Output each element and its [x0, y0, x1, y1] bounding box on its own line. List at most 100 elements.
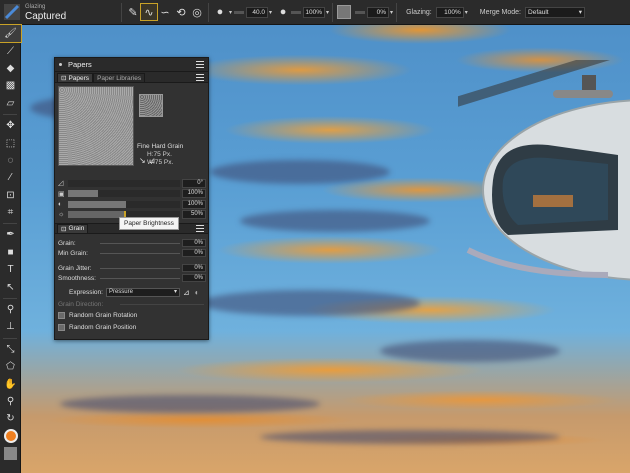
size-dropdown[interactable]: ▾: [229, 9, 232, 16]
glazing-field[interactable]: 100%: [435, 6, 464, 18]
grain-param-field[interactable]: 0%: [182, 239, 206, 247]
min-grain-slider[interactable]: [100, 252, 180, 254]
brush-variant-label: Captured: [25, 10, 67, 22]
paper-swatch-icon[interactable]: [0, 445, 21, 462]
paper-scale-field[interactable]: 100%: [182, 189, 206, 199]
grain-menu-icon[interactable]: [196, 225, 204, 232]
move-tool-icon[interactable]: ✥: [0, 117, 21, 134]
dab-preview-icon[interactable]: ◎: [189, 4, 205, 20]
rotate-page-icon[interactable]: ↻: [0, 410, 21, 427]
direction-icon[interactable]: ◐: [195, 288, 200, 297]
tab-grain[interactable]: ⊡ Grain: [57, 223, 89, 234]
brush-tool-icon[interactable]: 🖌: [0, 23, 22, 44]
opacity-field[interactable]: 100%: [303, 6, 326, 18]
papers-panel-header[interactable]: Papers: [55, 58, 208, 72]
tab-papers[interactable]: ⊡ Papers: [57, 73, 94, 82]
paper-contrast-row: ◐ 100%: [55, 199, 208, 210]
reset-brush-icon[interactable]: ⟲: [173, 4, 189, 20]
random-grain-rotation-checkbox[interactable]: Random Grain Rotation: [55, 309, 208, 321]
grain-slider[interactable]: [355, 10, 366, 14]
merge-mode-label: Merge Mode:: [479, 8, 522, 16]
paper-brightness-field[interactable]: 50%: [182, 210, 206, 220]
min-grain-field[interactable]: 0%: [182, 249, 206, 257]
invert-paper-icon[interactable]: ↘: [139, 156, 146, 165]
capture-paper-icon[interactable]: ⊿: [149, 156, 156, 165]
min-grain-row: Min Grain: 0%: [55, 248, 208, 258]
paper-angle-field[interactable]: 0°: [182, 178, 206, 188]
pen-tool-icon[interactable]: ✒: [0, 226, 21, 243]
tab-paper-libraries[interactable]: Paper Libraries: [93, 73, 146, 82]
papers-tabs: ⊡ Papers Paper Libraries: [55, 72, 208, 83]
angle-icon: ◿: [58, 180, 64, 188]
expression-select[interactable]: Pressure ▾: [105, 288, 180, 297]
panel-close-icon[interactable]: [59, 63, 62, 66]
brush-category-icon: [4, 4, 20, 20]
min-grain-label: Min Grain:: [58, 249, 88, 257]
brush-selector[interactable]: Glazing Captured: [0, 0, 118, 25]
grain-jitter-slider[interactable]: [100, 267, 180, 269]
dropper-tool-icon[interactable]: ⟋: [0, 42, 21, 59]
cloner-icon[interactable]: ⚲: [0, 301, 21, 318]
tab-menu-icon[interactable]: [196, 74, 204, 81]
smoothness-row: Smoothness: 0%: [55, 273, 208, 283]
scale-icon: ▣: [58, 190, 65, 198]
grain-dropdown[interactable]: ▾: [390, 9, 393, 16]
opacity-icon: ●: [279, 6, 287, 18]
grain-param-slider[interactable]: [100, 242, 180, 244]
grain-label: Grain:: [58, 239, 76, 247]
paper-contrast-slider[interactable]: [68, 200, 180, 208]
color-swatch-icon[interactable]: [0, 428, 21, 445]
contrast-icon: ◐: [58, 200, 63, 208]
magnifier-icon[interactable]: ⚲: [0, 393, 21, 410]
size-unit-dropdown[interactable]: ▾: [269, 9, 272, 16]
paint-bucket-icon[interactable]: ◆: [0, 60, 21, 77]
freehand-stroke-icon[interactable]: ∿: [140, 3, 158, 21]
paper-scale-slider[interactable]: [68, 190, 180, 198]
stroke-attributes-icon[interactable]: ✎: [125, 4, 141, 20]
shape-icon[interactable]: ■: [0, 244, 21, 261]
brush-category-label: Glazing: [25, 3, 46, 10]
size-field[interactable]: 40.0: [246, 6, 269, 18]
opacity-slider[interactable]: [291, 10, 302, 14]
grain-direction-label: Grain Direction:: [58, 300, 104, 308]
checkbox-box[interactable]: [58, 323, 65, 331]
paper-contrast-field[interactable]: 100%: [182, 199, 206, 209]
gradient-icon[interactable]: ▩: [0, 77, 21, 94]
smoothness-field[interactable]: 0%: [182, 274, 206, 282]
size-slider[interactable]: [234, 10, 245, 14]
eraser-icon[interactable]: ▱: [0, 95, 21, 112]
kaleidoscope-icon[interactable]: ⬠: [0, 358, 21, 375]
expression-label: Expression:: [69, 289, 103, 296]
grain-row: Grain: 0%: [55, 238, 208, 248]
smoothness-slider[interactable]: [100, 277, 180, 279]
transform-icon[interactable]: ⊡: [0, 187, 21, 204]
straight-line-icon[interactable]: ∽: [157, 4, 173, 20]
merge-mode-select[interactable]: Default ▾: [525, 6, 586, 18]
grain-swatch-icon[interactable]: [336, 4, 352, 20]
rubber-stamp-icon[interactable]: ⊥: [0, 318, 21, 335]
panel-menu-icon[interactable]: [196, 61, 204, 68]
paper-angle-slider[interactable]: [68, 179, 180, 187]
opacity-dropdown[interactable]: ▾: [326, 9, 329, 16]
mirror-icon[interactable]: ⤡: [0, 341, 21, 358]
crop-icon[interactable]: ⌗: [0, 204, 21, 221]
tooltip: Paper Brightness: [119, 217, 179, 230]
magic-wand-icon[interactable]: ⁄: [0, 169, 21, 186]
grain-direction-slider[interactable]: [120, 303, 204, 305]
grain-jitter-field[interactable]: 0%: [182, 264, 206, 272]
grabber-icon[interactable]: ✋: [0, 375, 21, 392]
lasso-icon[interactable]: ◌: [0, 152, 21, 169]
random-grain-position-checkbox[interactable]: Random Grain Position: [55, 321, 208, 333]
grain-field[interactable]: 0%: [367, 6, 390, 18]
glazing-dropdown[interactable]: ▾: [465, 9, 468, 16]
paper-name: Fine Hard Grain: [137, 143, 184, 150]
size-icon: ●: [216, 6, 224, 18]
paper-selector-thumbnail[interactable]: [139, 94, 163, 117]
checkbox-box[interactable]: [58, 311, 65, 319]
invert-expression-icon[interactable]: ⊿: [183, 288, 190, 297]
rect-select-icon[interactable]: ⬚: [0, 134, 21, 151]
text-tool-icon[interactable]: T: [0, 261, 21, 278]
expression-row: Expression: Pressure ▾ ⊿ ◐: [55, 286, 208, 299]
shape-select-icon[interactable]: ↖: [0, 278, 21, 295]
glazing-label: Glazing:: [406, 8, 432, 16]
